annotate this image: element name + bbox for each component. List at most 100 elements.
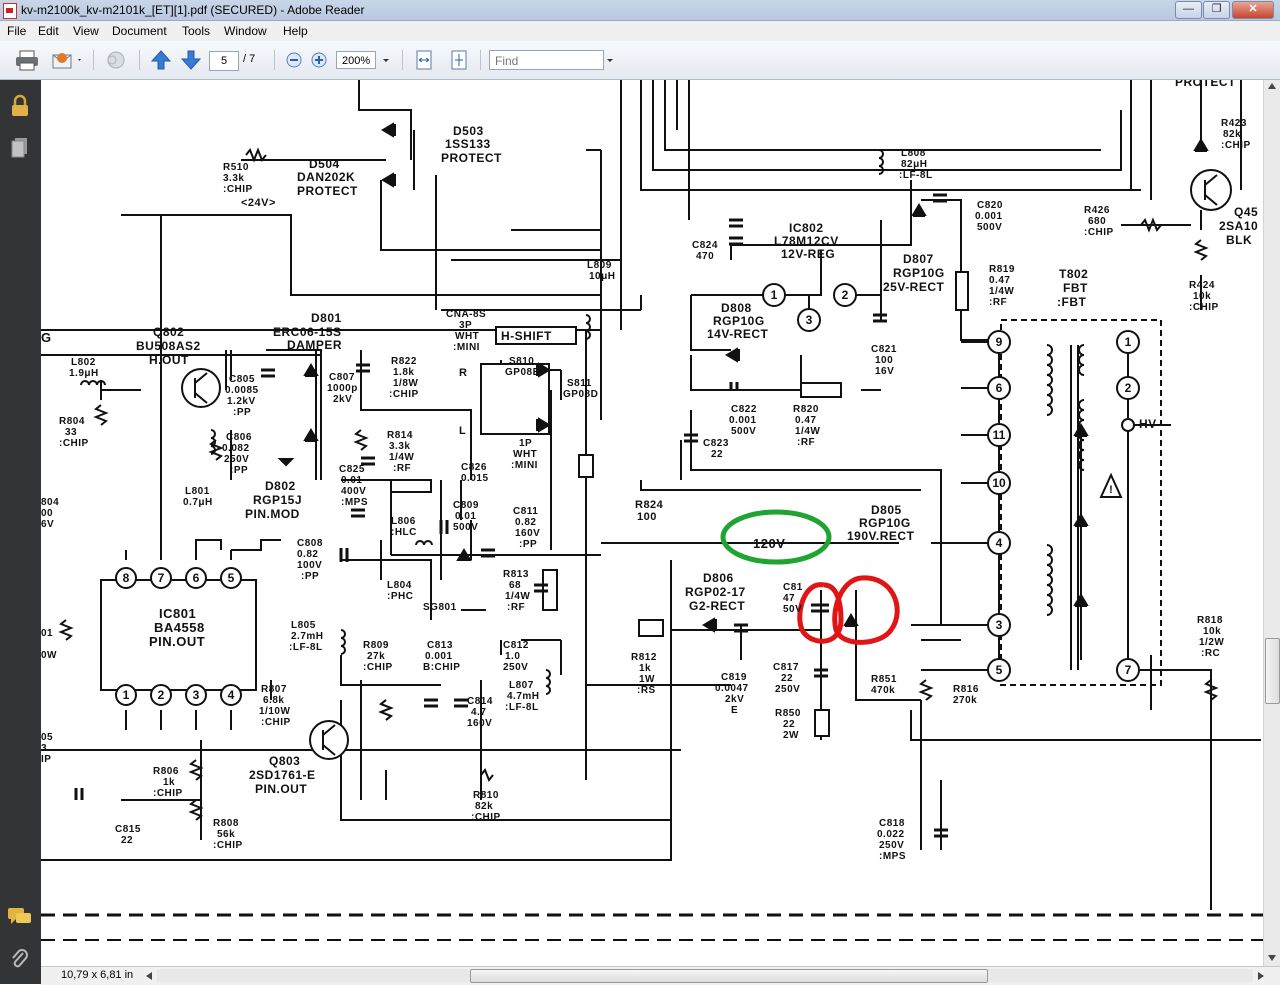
maximize-button[interactable]: ❐	[1203, 1, 1230, 19]
collaborate-icon[interactable]	[102, 49, 130, 71]
ic801-label: PIN.OUT	[149, 634, 205, 649]
component-label: C818	[879, 818, 905, 829]
component-label: 1/2W	[1199, 637, 1224, 648]
component-label: :CHIP	[389, 389, 419, 400]
fbt-pin-label: 10	[992, 476, 1006, 490]
menu-document[interactable]: Document	[112, 24, 167, 38]
ic-pin-label: 1	[123, 688, 130, 702]
toolbar-separator	[402, 50, 403, 70]
component-label: L801	[185, 486, 210, 497]
hv-label: HV	[1139, 417, 1157, 431]
print-icon[interactable]	[14, 49, 40, 71]
horizontal-scroll-thumb[interactable]	[470, 969, 988, 983]
component-label: 500V	[977, 222, 1002, 233]
component-label: FBT	[1063, 281, 1088, 295]
component-label: SG801	[423, 602, 457, 613]
component-label: :MPS	[879, 851, 906, 862]
ic-pin-label: 3	[806, 313, 813, 327]
close-button[interactable]: ✕	[1232, 1, 1274, 19]
component-label: D806	[703, 571, 734, 585]
component-label: R819	[989, 264, 1015, 275]
component-label: :PP	[519, 539, 537, 550]
fit-page-icon[interactable]	[448, 49, 470, 71]
minimize-button[interactable]: —	[1175, 1, 1202, 19]
component-label: :RF	[797, 437, 815, 448]
component-label: 1/10W	[259, 706, 290, 717]
component-label: R851	[871, 674, 897, 685]
component-label: :RF	[507, 602, 525, 613]
fbt-pin-label: 11	[993, 428, 1006, 442]
component-label: ERC06-15S	[273, 325, 342, 339]
component-label: R808	[213, 818, 239, 829]
scroll-up-icon[interactable]	[1267, 82, 1277, 90]
attachment-icon[interactable]	[9, 948, 31, 972]
component-label: 0.001	[425, 651, 453, 662]
component-label: D503	[453, 124, 484, 138]
component-label: D504	[309, 157, 340, 171]
component-label: H.OUT	[149, 353, 189, 367]
fit-width-icon[interactable]	[413, 49, 435, 71]
component-label: L802	[71, 357, 96, 368]
component-label: :PP	[230, 465, 248, 476]
component-label: 400V	[341, 486, 366, 497]
component-label: S810	[509, 356, 534, 367]
zoom-out-icon[interactable]	[284, 49, 304, 71]
menu-help[interactable]: Help	[283, 24, 308, 38]
horizontal-scrollbar[interactable]	[157, 969, 1253, 983]
menu-view[interactable]: View	[73, 24, 99, 38]
component-label: 2W	[783, 730, 799, 741]
ic801-label: IC801	[159, 606, 196, 621]
component-label: WHT	[455, 331, 479, 342]
component-label: :CHIP	[261, 717, 291, 728]
component-label: L809	[587, 260, 612, 271]
page-number-input[interactable]: 5	[209, 51, 239, 71]
zoom-dropdown-icon[interactable]	[380, 49, 392, 71]
zoom-level-input[interactable]: 200%	[336, 51, 376, 69]
fbt-pin-label: 5	[996, 663, 1003, 677]
component-label: L804	[387, 580, 412, 591]
scroll-left-icon[interactable]	[145, 971, 153, 981]
component-label: R814	[387, 430, 413, 441]
fbt-pin-label: 3	[996, 618, 1003, 632]
scroll-right-icon[interactable]	[1257, 971, 1265, 981]
component-label: PIN.MOD	[245, 507, 300, 521]
component-label: 1.8k	[393, 367, 414, 378]
find-input[interactable]: Find	[489, 50, 604, 70]
component-label: 82k	[1223, 129, 1241, 140]
next-page-icon[interactable]	[179, 49, 203, 71]
document-viewport[interactable]: 8 7 6 5 1 2 3 4 9 6 11 10 4 3 5 1 2 7 1 …	[41, 80, 1263, 966]
email-icon[interactable]	[50, 49, 84, 71]
component-label: 160V	[467, 718, 492, 729]
previous-page-icon[interactable]	[149, 49, 173, 71]
component-label: 1/4W	[505, 591, 530, 602]
menu-edit[interactable]: Edit	[38, 24, 59, 38]
component-label: C805	[229, 374, 255, 385]
menu-window[interactable]: Window	[224, 24, 267, 38]
component-label: 470	[696, 251, 714, 262]
component-label: 0.022	[877, 829, 905, 840]
lock-icon[interactable]	[9, 94, 31, 118]
comments-icon[interactable]	[7, 906, 33, 928]
component-label: :MINI	[511, 460, 538, 471]
component-label: 12V-REG	[781, 247, 835, 261]
component-label: 470k	[871, 685, 895, 696]
component-label: 0.0085	[225, 385, 259, 396]
component-label: R812	[631, 652, 657, 663]
fbt-pin-label: 1	[1125, 335, 1132, 349]
component-label: DAMPER	[287, 338, 342, 352]
pages-icon[interactable]	[10, 136, 30, 160]
zoom-in-icon[interactable]	[309, 49, 329, 71]
component-label: 0.7μH	[183, 497, 213, 508]
menu-file[interactable]: File	[7, 24, 26, 38]
component-label: :PP	[233, 407, 251, 418]
component-label: :CHIP	[1084, 227, 1114, 238]
vertical-scroll-thumb[interactable]	[1265, 638, 1280, 704]
menu-tools[interactable]: Tools	[182, 24, 210, 38]
h-shift-label: H-SHIFT	[501, 329, 552, 343]
find-dropdown-icon[interactable]	[604, 49, 616, 71]
scroll-down-icon[interactable]	[1267, 954, 1277, 962]
component-label: L805	[291, 620, 316, 631]
toolbar-separator	[93, 50, 94, 70]
vertical-scrollbar[interactable]	[1263, 80, 1280, 966]
component-label: :RF	[393, 463, 411, 474]
